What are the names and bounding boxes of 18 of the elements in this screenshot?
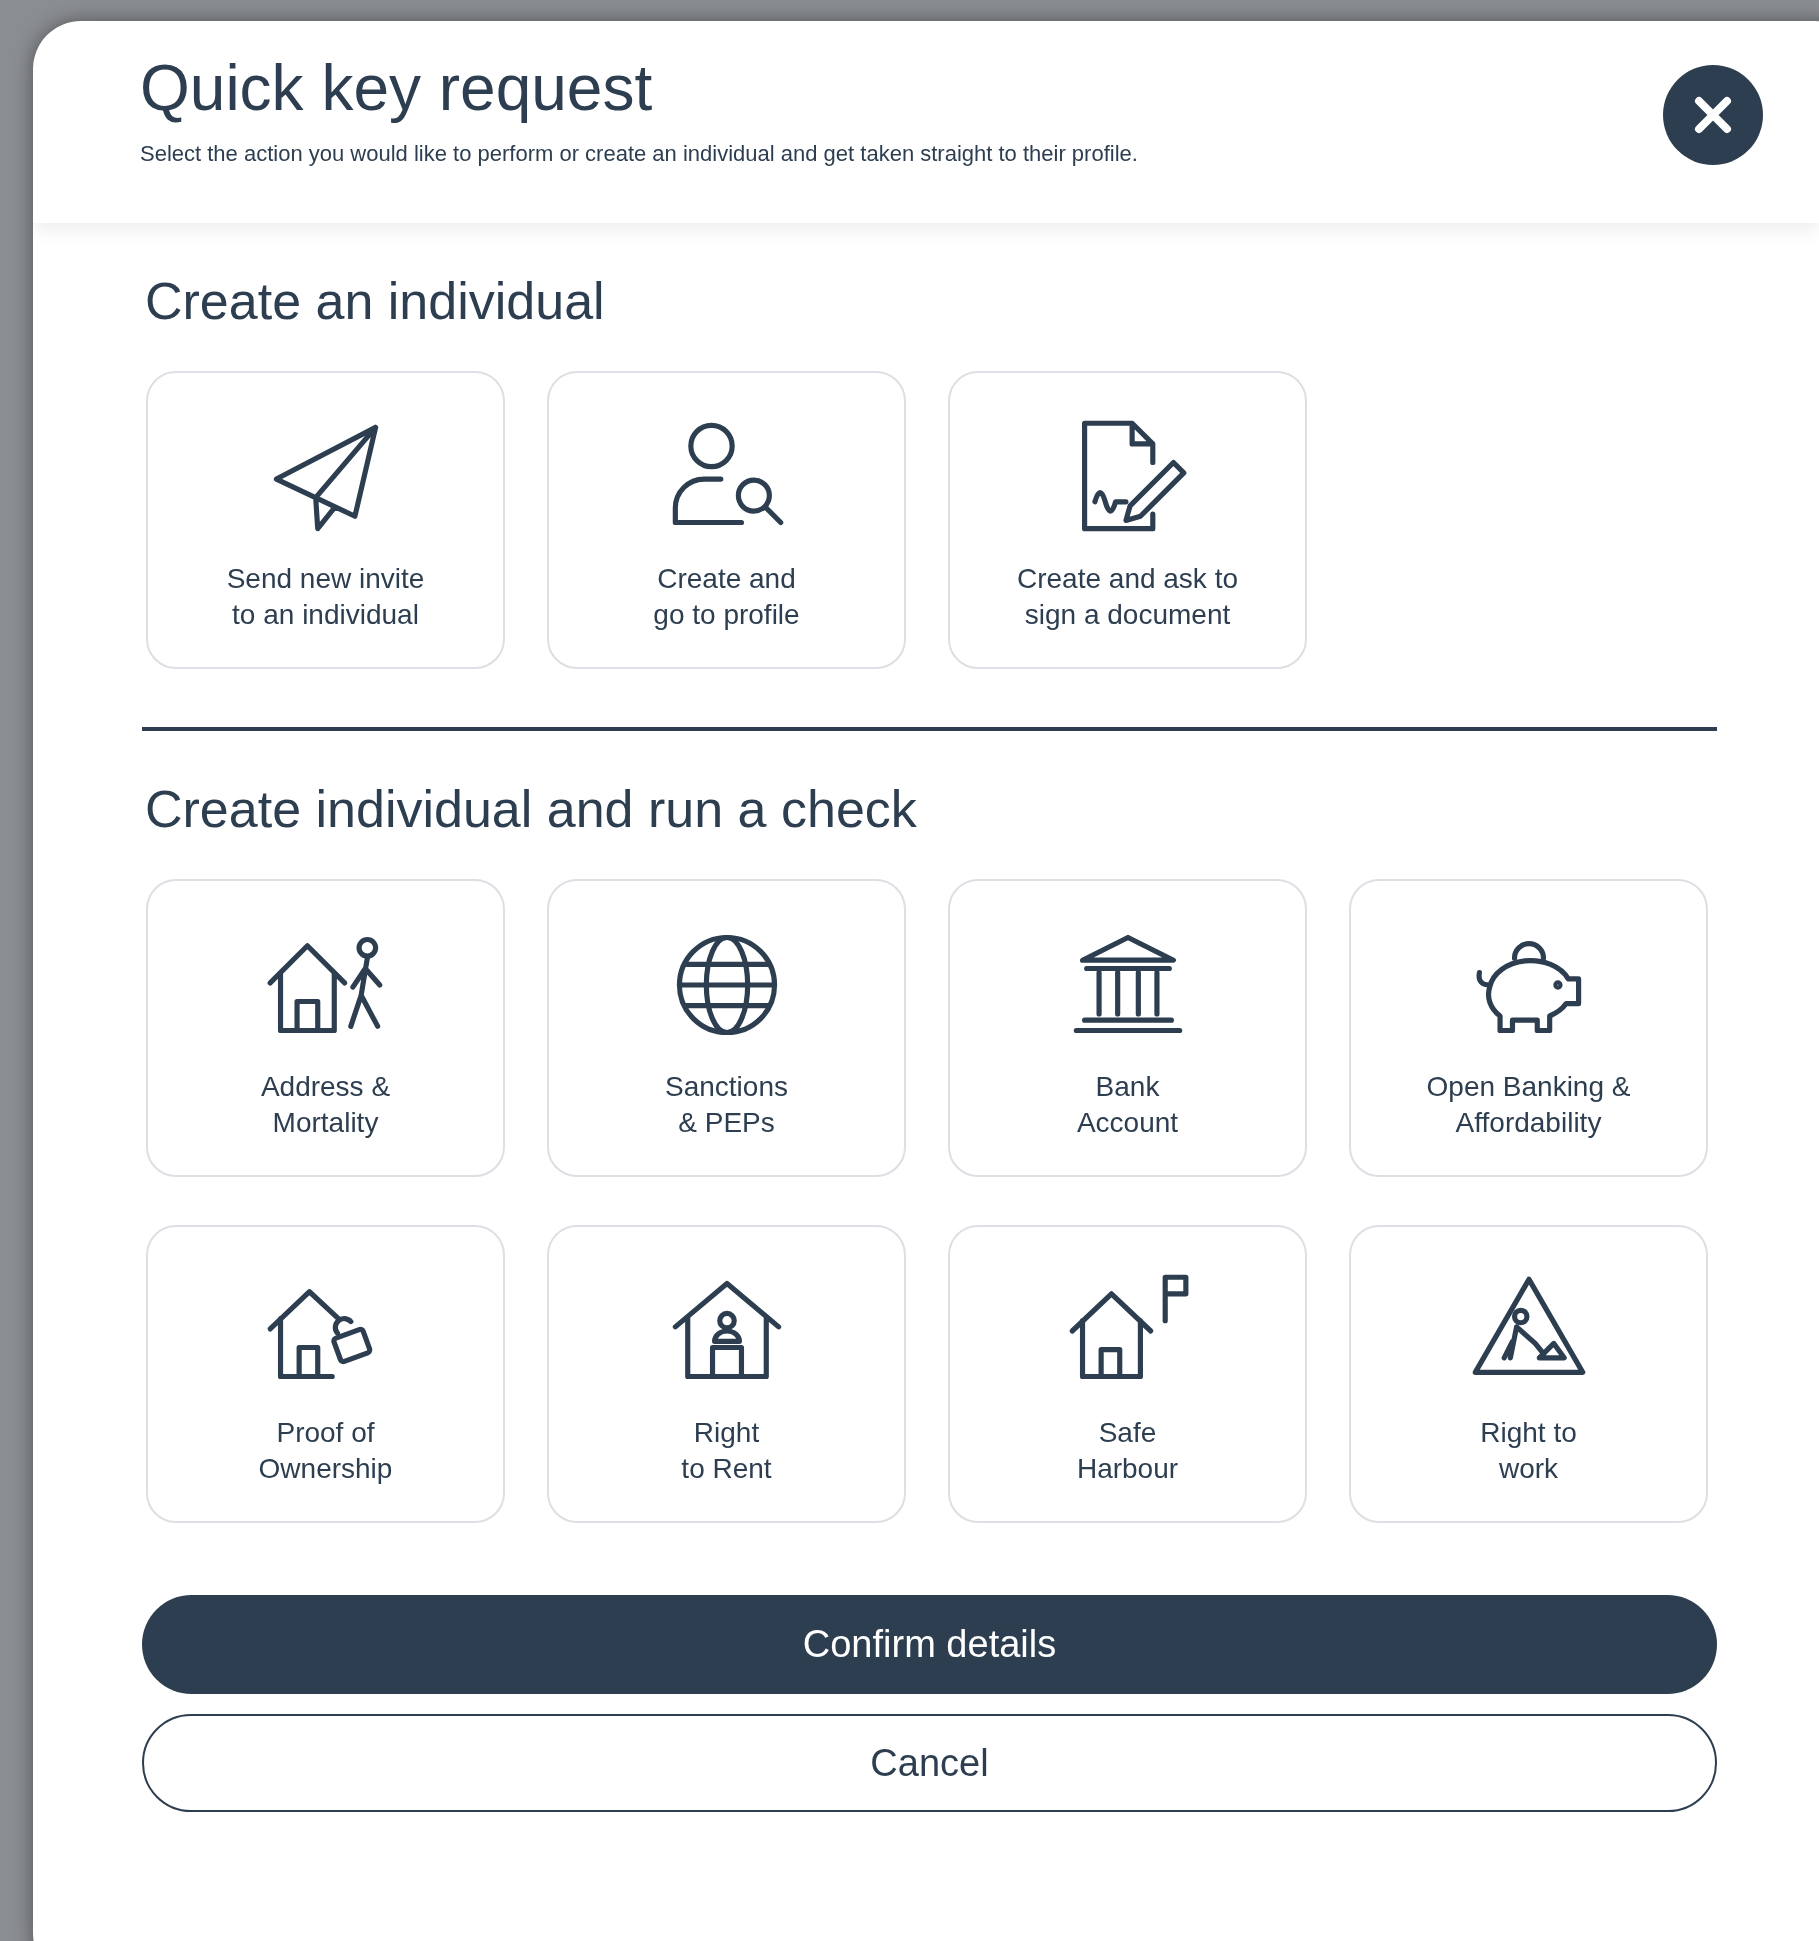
close-icon bbox=[1693, 95, 1733, 135]
section-heading: Create an individual bbox=[145, 271, 606, 331]
option-card[interactable]: Create and go to profile bbox=[547, 371, 906, 669]
option-card[interactable]: Open Banking & Affordability bbox=[1349, 879, 1708, 1177]
option-card[interactable]: Right to Rent bbox=[547, 1225, 906, 1523]
option-card[interactable]: Bank Account bbox=[948, 879, 1307, 1177]
option-card[interactable]: Right to work bbox=[1349, 1225, 1708, 1523]
option-card[interactable]: Send new invite to an individual bbox=[146, 371, 505, 669]
dialog-title: Quick key request bbox=[140, 51, 654, 125]
option-card[interactable]: Safe Harbour bbox=[948, 1225, 1307, 1523]
option-card[interactable]: Proof of Ownership bbox=[146, 1225, 505, 1523]
option-card[interactable]: Address & Mortality bbox=[146, 879, 505, 1177]
section-heading: Create individual and run a check bbox=[145, 779, 918, 839]
dialog-subtitle: Select the action you would like to perform or create an individual and get taken straight to their profile. bbox=[140, 141, 1139, 167]
option-card[interactable]: Sanctions & PEPs bbox=[547, 879, 906, 1177]
cancel-button[interactable]: Cancel bbox=[142, 1714, 1717, 1812]
option-card[interactable]: Create and ask to sign a document bbox=[948, 371, 1307, 669]
confirm-button[interactable]: Confirm details bbox=[142, 1595, 1717, 1694]
